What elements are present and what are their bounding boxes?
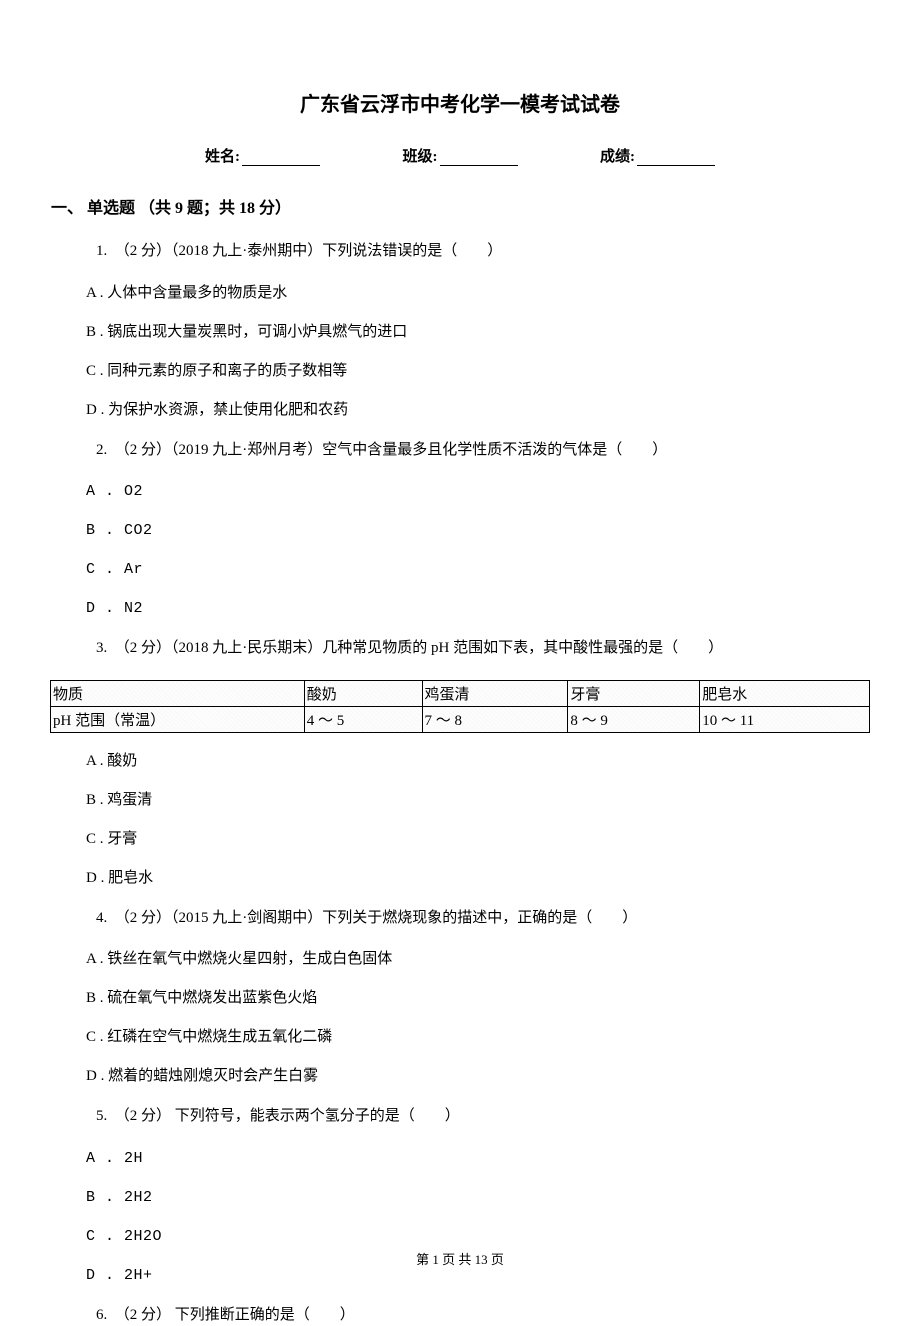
table-cell: 10 ～ 11 <box>700 706 870 732</box>
q5-option-a: A . 2H <box>50 1148 870 1169</box>
q1-option-b: B . 锅底出现大量炭黑时，可调小炉具燃气的进口 <box>50 322 870 343</box>
q3-stem: 3. （2 分）（2018 九上·民乐期末）几种常见物质的 pH 范围如下表，其… <box>50 637 870 660</box>
table-cell: 鸡蛋清 <box>422 680 568 706</box>
q2-option-a: A . O2 <box>50 481 870 502</box>
score-label: 成绩: <box>600 145 635 166</box>
ph-table: 物质 酸奶 鸡蛋清 牙膏 肥皂水 pH 范围（常温） 4 ～ 5 7 ～ 8 8… <box>50 680 870 733</box>
name-field: 姓名: <box>205 145 320 166</box>
table-cell: pH 范围（常温） <box>51 706 305 732</box>
q1-option-d: D . 为保护水资源，禁止使用化肥和农药 <box>50 400 870 421</box>
score-field: 成绩: <box>600 145 715 166</box>
q1-option-c: C . 同种元素的原子和离子的质子数相等 <box>50 361 870 382</box>
class-field: 班级: <box>403 145 518 166</box>
q2-stem: 2. （2 分）（2019 九上·郑州月考）空气中含量最多且化学性质不活泼的气体… <box>50 439 870 462</box>
q4-option-c: C . 红磷在空气中燃烧生成五氧化二磷 <box>50 1027 870 1048</box>
table-cell: 牙膏 <box>568 680 700 706</box>
table-cell: 8 ～ 9 <box>568 706 700 732</box>
q3-option-d: D . 肥皂水 <box>50 868 870 889</box>
q1-stem: 1. （2 分）（2018 九上·泰州期中）下列说法错误的是（ ） <box>50 240 870 263</box>
table-cell: 7 ～ 8 <box>422 706 568 732</box>
q4-option-b: B . 硫在氧气中燃烧发出蓝紫色火焰 <box>50 988 870 1009</box>
q4-option-a: A . 铁丝在氧气中燃烧火星四射，生成白色固体 <box>50 949 870 970</box>
q2-option-b: B . CO2 <box>50 520 870 541</box>
table-row: pH 范围（常温） 4 ～ 5 7 ～ 8 8 ～ 9 10 ～ 11 <box>51 706 870 732</box>
q5-option-b: B . 2H2 <box>50 1187 870 1208</box>
table-cell: 肥皂水 <box>700 680 870 706</box>
table-cell: 物质 <box>51 680 305 706</box>
page-footer: 第 1 页 共 13 页 <box>50 1249 870 1268</box>
score-blank[interactable] <box>637 165 715 166</box>
q3-option-b: B . 鸡蛋清 <box>50 790 870 811</box>
table-cell: 4 ～ 5 <box>304 706 422 732</box>
q5-stem: 5. （2 分） 下列符号，能表示两个氢分子的是（ ） <box>50 1105 870 1128</box>
name-label: 姓名: <box>205 145 240 166</box>
q4-stem: 4. （2 分）（2015 九上·剑阁期中）下列关于燃烧现象的描述中，正确的是（… <box>50 907 870 930</box>
q3-option-a: A . 酸奶 <box>50 751 870 772</box>
q3-option-c: C . 牙膏 <box>50 829 870 850</box>
name-blank[interactable] <box>242 165 320 166</box>
table-row: 物质 酸奶 鸡蛋清 牙膏 肥皂水 <box>51 680 870 706</box>
table-cell: 酸奶 <box>304 680 422 706</box>
page-title: 广东省云浮市中考化学一模考试试卷 <box>50 88 870 117</box>
section-1-header: 一、 单选题 （共 9 题；共 18 分） <box>50 194 870 218</box>
class-blank[interactable] <box>440 165 518 166</box>
class-label: 班级: <box>403 145 438 166</box>
q5-option-c: C . 2H2O <box>50 1226 870 1247</box>
q2-option-d: D . N2 <box>50 598 870 619</box>
q6-stem: 6. （2 分） 下列推断正确的是（ ） <box>50 1304 870 1326</box>
q2-option-c: C . Ar <box>50 559 870 580</box>
student-info-row: 姓名: 班级: 成绩: <box>50 145 870 166</box>
q4-option-d: D . 燃着的蜡烛刚熄灭时会产生白雾 <box>50 1066 870 1087</box>
q1-option-a: A . 人体中含量最多的物质是水 <box>50 283 870 304</box>
